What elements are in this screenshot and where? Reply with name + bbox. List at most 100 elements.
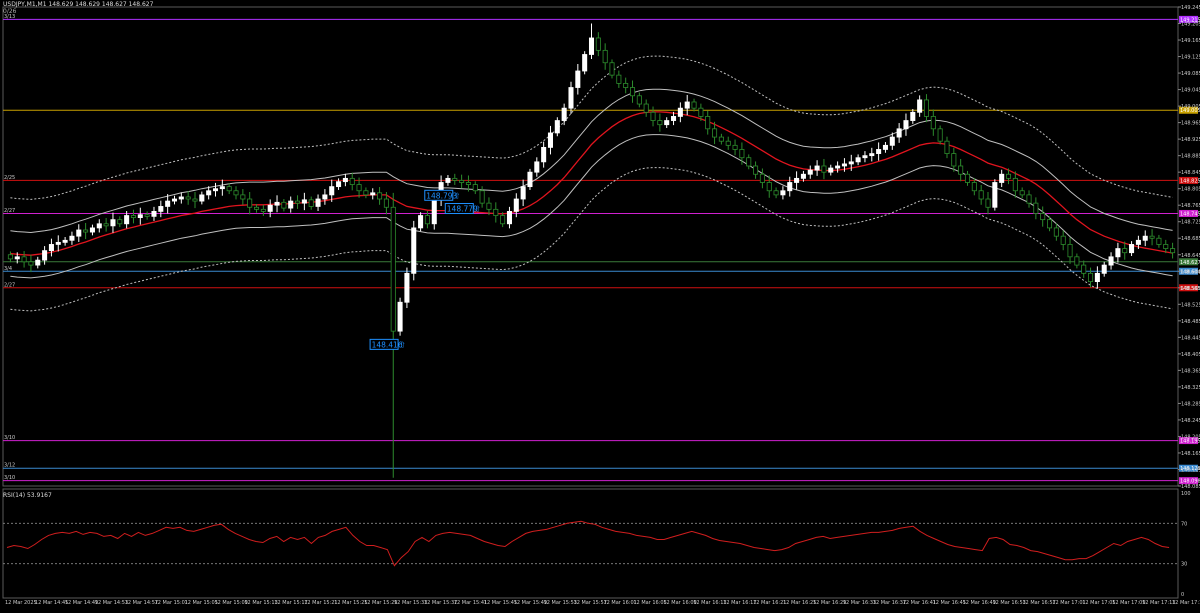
price-tick-label: 148.165 (1181, 451, 1200, 457)
candle-body (882, 144, 888, 150)
candle-body (1067, 244, 1073, 258)
price-tick-label: 148.285 (1181, 401, 1200, 407)
time-tick-label: 12 Mar 16:57 (1022, 600, 1055, 606)
candle-body (48, 244, 54, 252)
candle-body (69, 235, 75, 241)
price-tick-label: 148.085 (1181, 484, 1200, 490)
price-tick-label: 148.245 (1181, 418, 1200, 424)
candle-body (308, 199, 314, 207)
candle-body (185, 196, 191, 200)
candle-body (233, 190, 239, 196)
candle-body (930, 116, 936, 130)
price-tick-label: 148.485 (1181, 319, 1200, 325)
candle-body (876, 149, 882, 154)
candle-body (698, 107, 704, 117)
candle-body (896, 128, 902, 138)
candle-body (1033, 202, 1039, 214)
candle-body (254, 206, 260, 210)
time-tick-label: 12 Mar 15:29 (364, 600, 397, 606)
candle-body (7, 254, 13, 260)
candle-body (1094, 272, 1100, 282)
price-tick-label: 148.885 (1181, 154, 1200, 160)
time-tick-label: 12 Mar 14:45 (35, 600, 68, 606)
candle-body (869, 153, 875, 157)
candle-body (923, 99, 929, 117)
price-tick-label: 148.805 (1181, 187, 1200, 193)
time-tick-label: 12 Mar 14:53 (95, 600, 128, 606)
candle-body (1074, 256, 1080, 266)
candle-body (575, 70, 581, 88)
time-tick-label: 12 Mar 15:09 (214, 600, 247, 606)
price-tick-label: 148.605 (1181, 269, 1200, 275)
time-tick-label: 12 Mar 16:37 (873, 600, 906, 606)
candle-body (841, 163, 847, 167)
candle-body (445, 177, 451, 183)
candle-body (855, 157, 861, 163)
time-tick-label: 12 Mar 17:09 (1112, 600, 1145, 606)
candle-body (431, 198, 437, 225)
time-tick-label: 12 Mar 16:29 (813, 600, 846, 606)
candle-body (486, 202, 492, 210)
time-tick-label: 12 Mar 16:05 (633, 600, 666, 606)
time-tick-label: 12 Mar 15:57 (574, 600, 607, 606)
price-tick-label: 149.045 (1181, 88, 1200, 94)
candle-body (137, 214, 143, 218)
price-tick-label: 149.245 (1181, 5, 1200, 11)
candle-body (1156, 237, 1162, 245)
candle-body (178, 196, 184, 200)
rsi-tick-label: 100 (1181, 491, 1191, 497)
candle-body (336, 181, 342, 188)
candle-body (985, 198, 991, 208)
candle-body (418, 215, 424, 229)
candle-body (28, 261, 34, 266)
level-label: 3/10 (4, 475, 15, 481)
candle-body (274, 201, 280, 206)
candle-body (1019, 190, 1025, 196)
price-tick-label: 148.965 (1181, 121, 1200, 127)
candle-body (588, 37, 595, 55)
candle-body (1088, 272, 1094, 282)
price-tick-label: 148.125 (1181, 467, 1200, 473)
candle-body (247, 198, 253, 208)
chart-background (0, 0, 1200, 609)
time-tick-label: 12 Mar 14:57 (125, 600, 158, 606)
candle-body (158, 206, 164, 212)
candle-body (753, 165, 759, 175)
price-tick-label: 148.685 (1181, 236, 1200, 242)
candle-body (144, 214, 150, 217)
candle-body (951, 153, 957, 167)
candle-body (383, 198, 389, 208)
candle-body (848, 161, 854, 165)
time-tick-label: 12 Mar 17:16 (1172, 600, 1200, 606)
candle-body (636, 95, 642, 105)
candle-body (971, 182, 977, 192)
candle-body (342, 177, 348, 183)
candle-body (759, 173, 765, 183)
candle-body (404, 272, 410, 303)
price-tick-label: 149.125 (1181, 55, 1200, 61)
candle-body (958, 165, 964, 175)
time-tick-label: 12 Mar 15:01 (155, 600, 188, 606)
time-tick-label: 12 Mar 16:21 (753, 600, 786, 606)
candle-body (199, 194, 205, 202)
candle-body (780, 190, 786, 196)
candle-body (1040, 213, 1046, 221)
candle-body (513, 198, 519, 212)
candle-body (712, 128, 718, 138)
time-tick-label: 12 Mar 15:17 (274, 600, 307, 606)
candle-body (329, 186, 335, 196)
candle-body (978, 190, 984, 200)
time-tick-label: 12 Mar 16:45 (933, 600, 966, 606)
candle-body (226, 186, 232, 192)
price-tick-label: 149.165 (1181, 38, 1200, 44)
candle-body (718, 136, 724, 142)
candle-body (629, 87, 636, 97)
price-tick-label: 149.005 (1181, 104, 1200, 110)
candle-body (301, 199, 307, 204)
price-tick-label: 148.525 (1181, 302, 1200, 308)
candle-body (424, 215, 430, 225)
candle-body (1047, 219, 1053, 229)
candle-body (862, 155, 868, 159)
price-tick-label: 148.365 (1181, 368, 1200, 374)
symbol-header: USDJPY,M1,M1 148.629 148.629 148.627 148… (3, 1, 154, 8)
